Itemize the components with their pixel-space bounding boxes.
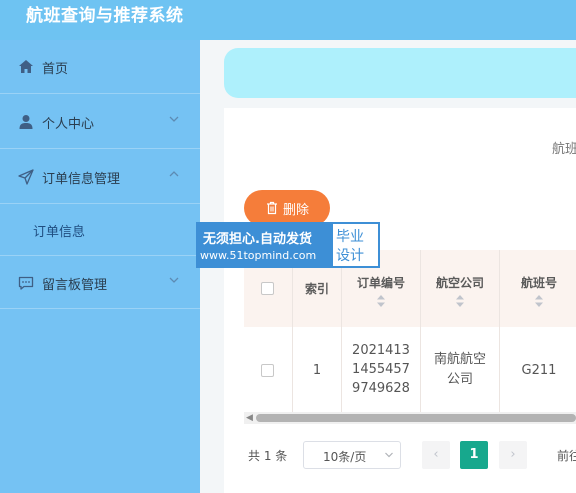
chevron-down-icon xyxy=(385,452,393,458)
app-title: 航班查询与推荐系统 xyxy=(26,6,184,26)
header-airline[interactable]: 航空公司 xyxy=(421,250,500,327)
delete-button-label: 删除 xyxy=(283,202,310,217)
sidebar-item-label: 订单信息管理 xyxy=(42,172,121,187)
page-size-select[interactable]: 10条/页 xyxy=(303,441,401,469)
sidebar-item-home[interactable]: 首页 xyxy=(0,40,200,94)
watermark-right: 毕业 设计 xyxy=(331,222,380,268)
sort-icon[interactable] xyxy=(342,294,420,308)
cell-airline: 南航航空 公司 xyxy=(421,327,500,412)
search-banner xyxy=(224,48,576,98)
section-heading: 航班 xyxy=(552,142,576,157)
user-icon xyxy=(19,115,33,129)
sidebar-item-profile[interactable]: 个人中心 xyxy=(0,95,200,149)
next-page-button[interactable]: › xyxy=(499,441,527,469)
sidebar-item-orders[interactable]: 订单信息管理 xyxy=(0,150,200,204)
cell-index: 1 xyxy=(293,327,342,412)
cell-order-no: 2021413 1455457 9749628 xyxy=(342,327,421,412)
sidebar-subitem-label: 订单信息 xyxy=(33,225,86,240)
prev-page-button[interactable]: ‹ xyxy=(422,441,450,469)
message-icon xyxy=(18,276,34,290)
home-icon xyxy=(19,60,33,73)
sort-icon[interactable] xyxy=(421,294,499,308)
delete-button[interactable]: 删除 xyxy=(244,190,330,226)
page-1-button[interactable]: 1 xyxy=(460,441,488,469)
sidebar-item-label: 留言板管理 xyxy=(42,278,108,293)
sort-icon[interactable] xyxy=(500,294,576,308)
row-checkbox[interactable] xyxy=(261,364,274,377)
horizontal-scrollbar[interactable]: ◀ xyxy=(244,412,576,424)
table-row[interactable]: 1 2021413 1455457 9749628 南航航空 公司 G211 xyxy=(244,327,576,412)
header-flight-no[interactable]: 航班号 xyxy=(500,250,576,327)
row-select-cell xyxy=(244,327,293,412)
sidebar-subitem-order-info[interactable]: 订单信息 xyxy=(0,205,200,255)
watermark-left: 无须担心.自动发货 www.51topmind.com xyxy=(196,222,331,268)
content-card: 航班 删除 索引 订单编号 航空公司 航班号 1 2021413 1455457… xyxy=(224,108,576,493)
select-all-checkbox[interactable] xyxy=(261,282,274,295)
pagination: 共 1 条 10条/页 ‹ 1 › 前往 xyxy=(248,438,576,469)
total-count: 共 1 条 xyxy=(248,449,288,463)
top-header: 航班查询与推荐系统 xyxy=(0,0,576,40)
chevron-up-icon xyxy=(169,171,179,177)
trash-icon xyxy=(267,201,277,215)
watermark-logo: 无须担心.自动发货 www.51topmind.com 毕业 设计 xyxy=(196,222,380,268)
cell-flight-no: G211 xyxy=(500,327,576,412)
sidebar: 首页 个人中心 订单信息管理 订单信息 留言板管理 xyxy=(0,40,200,493)
scroll-left-icon[interactable]: ◀ xyxy=(246,413,253,423)
send-icon xyxy=(18,169,34,185)
chevron-down-icon xyxy=(169,277,179,283)
chevron-down-icon xyxy=(169,116,179,122)
sidebar-item-label: 个人中心 xyxy=(42,117,95,132)
goto-label: 前往 xyxy=(557,449,576,463)
sidebar-item-messages[interactable]: 留言板管理 xyxy=(0,255,200,309)
scrollbar-thumb[interactable] xyxy=(256,414,576,422)
page-size-value: 10条/页 xyxy=(323,450,367,464)
orders-table: 索引 订单编号 航空公司 航班号 1 2021413 1455457 97496… xyxy=(244,250,576,412)
sidebar-item-label: 首页 xyxy=(42,62,69,77)
